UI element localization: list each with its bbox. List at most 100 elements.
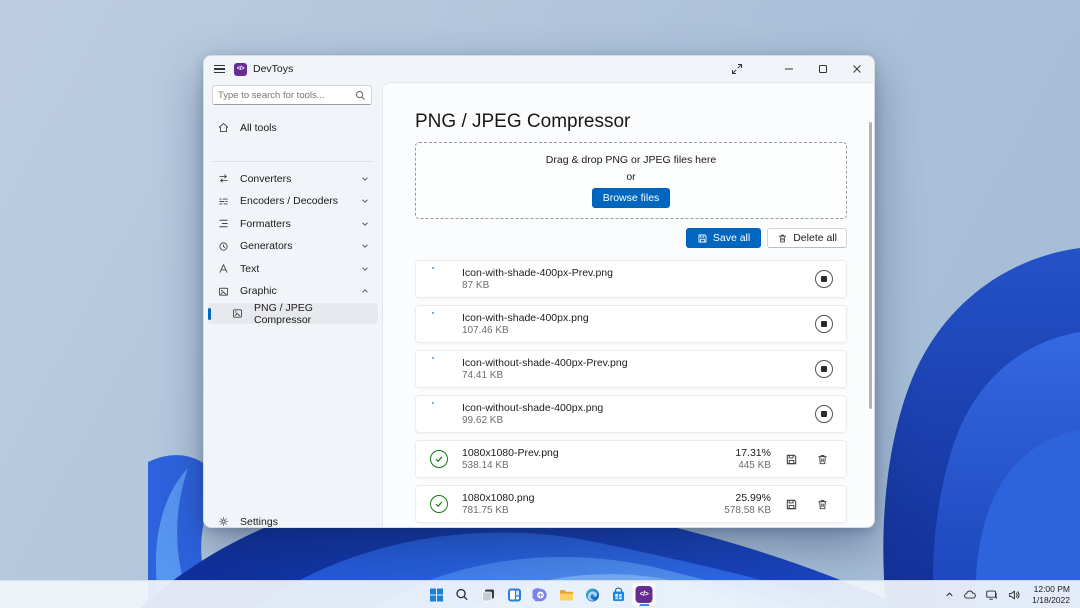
- sidebar-group-label: Generators: [240, 240, 293, 252]
- sidebar-group-generators[interactable]: Generators: [208, 236, 378, 257]
- text-tools-icon: [216, 262, 230, 276]
- selected-indicator: [208, 308, 211, 320]
- sidebar-item-png-jpeg-compressor[interactable]: PNG / JPEG Compressor: [208, 303, 378, 324]
- progress-spinner-icon: [429, 404, 449, 424]
- file-name: Icon-with-shade-400px-Prev.png: [462, 267, 613, 279]
- file-name: Icon-without-shade-400px-Prev.png: [462, 357, 628, 369]
- maximize-button[interactable]: [806, 56, 840, 82]
- vertical-scrollbar[interactable]: [869, 122, 872, 409]
- sidebar-item-label: All tools: [240, 122, 277, 134]
- edge-button[interactable]: [580, 582, 605, 607]
- sidebar-item-settings[interactable]: Settings: [208, 511, 378, 528]
- delete-all-button[interactable]: Delete all: [767, 228, 847, 248]
- trash-icon: [816, 453, 829, 466]
- dropzone-separator: or: [626, 171, 635, 183]
- cancel-compression-button[interactable]: [815, 405, 833, 423]
- volume-icon[interactable]: [1004, 583, 1024, 607]
- tray-chevron-up-icon[interactable]: [941, 583, 958, 607]
- file-row: 1080x1080.png 781.75 KB 25.99% 578.58 KB: [415, 485, 847, 523]
- save-file-button[interactable]: [780, 448, 802, 470]
- save-icon: [697, 233, 708, 244]
- compressed-size: 445 KB: [738, 460, 771, 471]
- widgets-button[interactable]: [502, 582, 527, 607]
- gear-icon: [216, 515, 230, 529]
- taskbar-search-button[interactable]: [450, 582, 475, 607]
- search-input[interactable]: [218, 90, 355, 101]
- file-size: 99.62 KB: [462, 415, 603, 426]
- sidebar-group-converters[interactable]: Converters: [208, 168, 378, 189]
- progress-spinner-icon: [429, 314, 449, 334]
- devtoys-taskbar-button[interactable]: </>: [632, 582, 657, 607]
- delete-file-button[interactable]: [811, 448, 833, 470]
- progress-spinner-icon: [429, 359, 449, 379]
- titlebar: </> DevToys: [204, 56, 874, 82]
- file-dropzone[interactable]: Drag & drop PNG or JPEG files here or Br…: [415, 142, 847, 219]
- delete-file-button[interactable]: [811, 493, 833, 515]
- store-icon: [610, 587, 626, 603]
- success-check-icon: [429, 494, 449, 514]
- clock-date: 1/18/2022: [1032, 595, 1070, 606]
- sidebar-group-label: Formatters: [240, 218, 291, 230]
- compact-overlay-button[interactable]: [720, 56, 754, 82]
- converters-icon: [216, 172, 230, 186]
- store-button[interactable]: [606, 582, 631, 607]
- chat-button[interactable]: [528, 582, 553, 607]
- sidebar-group-encoders-decoders[interactable]: Encoders / Decoders: [208, 191, 378, 212]
- devtoys-app-icon: </>: [234, 63, 247, 76]
- file-name: 1080x1080.png: [462, 492, 534, 504]
- sidebar-divider: [212, 161, 374, 162]
- sidebar-item-label: PNG / JPEG Compressor: [254, 302, 370, 326]
- cancel-compression-button[interactable]: [815, 270, 833, 288]
- compressed-size: 578.58 KB: [724, 505, 771, 516]
- save-file-button[interactable]: [780, 493, 802, 515]
- chevron-down-icon: [360, 196, 370, 206]
- file-explorer-button[interactable]: [554, 582, 579, 607]
- image-compressor-icon: [230, 307, 244, 321]
- sidebar-group-label: Converters: [240, 173, 291, 185]
- page-title: PNG / JPEG Compressor: [415, 111, 630, 133]
- task-view-button[interactable]: [476, 582, 501, 607]
- file-name: Icon-without-shade-400px.png: [462, 402, 603, 414]
- browse-files-button[interactable]: Browse files: [592, 188, 671, 208]
- dropzone-instruction: Drag & drop PNG or JPEG files here: [546, 154, 716, 166]
- task-view-icon: [480, 587, 496, 603]
- file-row: Icon-with-shade-400px.png 107.46 KB: [415, 305, 847, 343]
- clock-time: 12:00 PM: [1034, 584, 1070, 595]
- nav-menu-button[interactable]: [204, 56, 234, 82]
- sidebar-group-graphic[interactable]: Graphic: [208, 281, 378, 302]
- main-pane: PNG / JPEG Compressor Drag & drop PNG or…: [382, 82, 874, 527]
- stop-icon: [821, 411, 827, 417]
- chevron-down-icon: [360, 264, 370, 274]
- edge-icon: [584, 587, 600, 603]
- formatters-icon: [216, 217, 230, 231]
- taskbar-center: </>: [424, 582, 657, 607]
- cancel-compression-button[interactable]: [815, 315, 833, 333]
- start-button[interactable]: [424, 582, 449, 607]
- devtoys-window: </> DevToys All tools: [203, 55, 875, 528]
- file-row: Icon-with-shade-400px-Prev.png 87 KB: [415, 260, 847, 298]
- file-name: Icon-with-shade-400px.png: [462, 312, 589, 324]
- taskbar: </> 12:00 PM 1/18/2022: [0, 580, 1080, 608]
- sidebar-group-text[interactable]: Text: [208, 258, 378, 279]
- sidebar: All tools Converters Encoders / Decoders…: [204, 82, 382, 527]
- file-list: Icon-with-shade-400px-Prev.png 87 KB Ico…: [415, 260, 847, 523]
- success-check-icon: [429, 449, 449, 469]
- close-button[interactable]: [840, 56, 874, 82]
- file-row: Icon-without-shade-400px.png 99.62 KB: [415, 395, 847, 433]
- file-row: Icon-without-shade-400px-Prev.png 74.41 …: [415, 350, 847, 388]
- sidebar-group-formatters[interactable]: Formatters: [208, 213, 378, 234]
- network-icon[interactable]: [982, 583, 1002, 607]
- save-icon: [785, 498, 798, 511]
- list-actions: Save all Delete all: [415, 228, 847, 248]
- generators-icon: [216, 239, 230, 253]
- sidebar-item-all-tools[interactable]: All tools: [208, 117, 378, 138]
- minimize-button[interactable]: [772, 56, 806, 82]
- cancel-compression-button[interactable]: [815, 360, 833, 378]
- widgets-icon: [506, 587, 522, 603]
- save-all-button[interactable]: Save all: [686, 228, 761, 248]
- save-icon: [785, 453, 798, 466]
- file-name: 1080x1080-Prev.png: [462, 447, 559, 459]
- onedrive-cloud-icon[interactable]: [960, 583, 980, 607]
- home-icon: [216, 121, 230, 135]
- taskbar-clock[interactable]: 12:00 PM 1/18/2022: [1026, 583, 1076, 607]
